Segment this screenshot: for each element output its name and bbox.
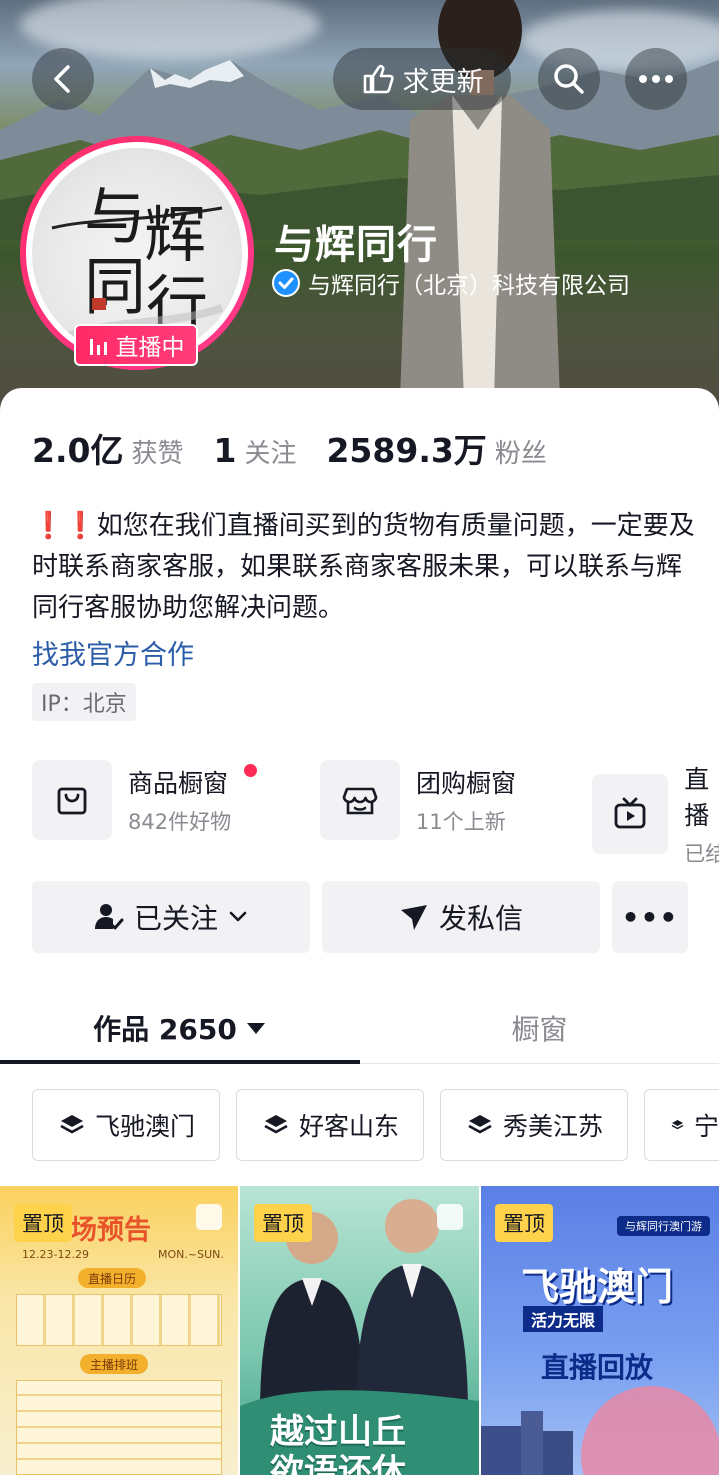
shortcut-title: 直播 (684, 765, 710, 830)
collection-chip[interactable]: 好客山东 (236, 1089, 424, 1161)
triangle-down-icon (246, 1023, 265, 1034)
bio-text-block: ❗❗如您在我们直播间买到的货物有质量问题，一定要及时联系商家客服，如果联系商家客… (32, 506, 697, 629)
tile-date-range: 12.23-12.29 (22, 1248, 89, 1261)
shortcut-row: 商品橱窗 842件好物 团购橱窗 11个上新 直播 已结 (32, 760, 719, 866)
chevron-down-icon (229, 911, 247, 922)
shopping-bag-icon (57, 787, 87, 815)
verified-org-name: 与辉同行（北京）科技有限公司 (308, 273, 630, 299)
stack-layers-icon (671, 1120, 684, 1130)
collection-chip-label: 秀美江苏 (503, 1112, 604, 1141)
video-tile[interactable]: 场预告 12.23-12.29 MON.~SUN. 直播日历 主播排班 置顶 (0, 1186, 238, 1475)
video-tile[interactable]: 越过山丘 欲语还休 置顶 (240, 1186, 479, 1475)
shortcut-title: 商品橱窗 (128, 769, 229, 798)
following-count[interactable]: 1 (213, 431, 236, 470)
bio-text: 如您在我们直播间买到的货物有质量问题，一定要及时联系商家客服，如果联系商家客服未… (32, 511, 695, 623)
followers-count[interactable]: 2589.3万 (326, 424, 486, 472)
brand-tag: 与辉同行澳门游 (617, 1216, 710, 1236)
tile-calendar-grid (16, 1294, 222, 1346)
collection-chip-label: 宁 (693, 1112, 719, 1141)
live-bars-icon (89, 339, 107, 355)
svg-text:辉: 辉 (144, 198, 206, 271)
pinned-badge: 置顶 (14, 1204, 72, 1242)
tab-works-label: 作品 2650 (93, 1013, 237, 1046)
content-tabs: 作品 2650 橱窗 (0, 994, 719, 1064)
warning-icon: ❗❗ (32, 511, 97, 541)
live-label: 直播中 (115, 335, 185, 361)
profile-banner: 求更新 与 辉 同 行 直播中 与辉同行 与辉同行（北京）科技有限公司 (0, 0, 719, 410)
tile-schedule-heading: 直播日历 (78, 1268, 147, 1288)
tile-caption-2: 欲语还休 (270, 1452, 406, 1475)
svg-text:同: 同 (84, 250, 146, 323)
tv-icon (614, 797, 646, 829)
tile-slogan: 活力无限 (523, 1306, 604, 1332)
pinned-badge: 置顶 (254, 1204, 312, 1242)
likes-label[interactable]: 获赞 (131, 433, 183, 470)
notification-dot (244, 764, 257, 777)
shortcut-subtitle: 11个上新 (416, 810, 506, 834)
more-options-button[interactable] (625, 48, 687, 110)
store-icon (342, 787, 378, 815)
user-check-icon (94, 904, 124, 930)
request-update-label: 求更新 (402, 66, 484, 98)
likes-count[interactable]: 2.0亿 (32, 424, 123, 472)
request-update-button[interactable]: 求更新 (333, 48, 511, 110)
tile-caption: 飞驰澳门 (521, 1264, 674, 1309)
collection-chip[interactable]: 秀美江苏 (440, 1089, 628, 1161)
stack-layers-icon (468, 1115, 492, 1134)
followers-label[interactable]: 粉丝 (495, 433, 547, 470)
collection-chips: 飞驰澳门 好客山东 秀美江苏 宁 (32, 1089, 719, 1161)
send-message-button[interactable]: 发私信 (322, 881, 600, 953)
select-checkbox[interactable] (196, 1204, 222, 1230)
following-label[interactable]: 关注 (244, 433, 296, 470)
chevron-left-icon (54, 65, 70, 93)
verification-row[interactable]: 与辉同行（北京）科技有限公司 (272, 266, 630, 300)
tab-showcase-label: 橱窗 (511, 1013, 568, 1046)
send-message-label: 发私信 (438, 902, 523, 935)
shortcut-subtitle: 已结 (684, 842, 719, 866)
product-showcase-shortcut[interactable]: 商品橱窗 842件好物 (32, 760, 231, 840)
live-badge[interactable]: 直播中 (74, 324, 198, 366)
tile-caption: 场预告 (70, 1215, 151, 1246)
group-buy-shortcut[interactable]: 团购橱窗 11个上新 (320, 760, 516, 840)
tile-hosts-heading: 主播排班 (80, 1354, 149, 1374)
back-button[interactable] (32, 48, 94, 110)
collection-chip[interactable]: 宁 (644, 1089, 719, 1161)
video-tile[interactable]: 与辉同行澳门游 飞驰澳门 活力无限 直播回放 置顶 (481, 1186, 719, 1475)
search-icon (554, 64, 584, 94)
shortcut-subtitle: 842件好物 (128, 810, 232, 834)
following-button[interactable]: 已关注 (32, 881, 310, 953)
stats-row: 2.0亿 获赞 1 关注 2589.3万 粉丝 (32, 424, 577, 472)
tile-host-table (16, 1380, 222, 1475)
ip-location-tag: IP：北京 (32, 683, 136, 721)
select-checkbox[interactable] (437, 1204, 463, 1230)
pinned-badge: 置顶 (495, 1204, 553, 1242)
collection-chip-label: 飞驰澳门 (95, 1112, 196, 1141)
official-cooperation-link[interactable]: 找我官方合作 (32, 633, 194, 672)
tile-weekday-range: MON.~SUN. (158, 1248, 224, 1261)
stack-layers-icon (264, 1115, 288, 1134)
tile-subtitle: 直播回放 (541, 1351, 654, 1384)
search-button[interactable] (538, 48, 600, 110)
tab-showcase[interactable]: 橱窗 (360, 994, 719, 1062)
verified-badge-icon (272, 269, 300, 297)
more-actions-button[interactable]: ••• (612, 881, 688, 953)
live-replay-shortcut[interactable]: 直播 已结 (592, 760, 719, 868)
video-grid: 场预告 12.23-12.29 MON.~SUN. 直播日历 主播排班 置顶 越… (0, 1186, 719, 1475)
profile-name: 与辉同行 (274, 222, 438, 268)
thumb-hand-icon (363, 64, 394, 94)
collection-chip-label: 好客山东 (299, 1112, 400, 1141)
collection-chip[interactable]: 飞驰澳门 (32, 1089, 220, 1161)
more-actions-icon: ••• (621, 900, 679, 934)
shortcut-title: 团购橱窗 (416, 769, 517, 798)
send-arrow-icon (400, 905, 427, 930)
stack-layers-icon (60, 1115, 84, 1134)
following-label: 已关注 (133, 902, 218, 935)
active-tab-indicator (0, 1060, 360, 1064)
more-dots-icon (639, 75, 673, 83)
tab-works[interactable]: 作品 2650 (0, 994, 360, 1062)
svg-text:与: 与 (84, 180, 146, 253)
